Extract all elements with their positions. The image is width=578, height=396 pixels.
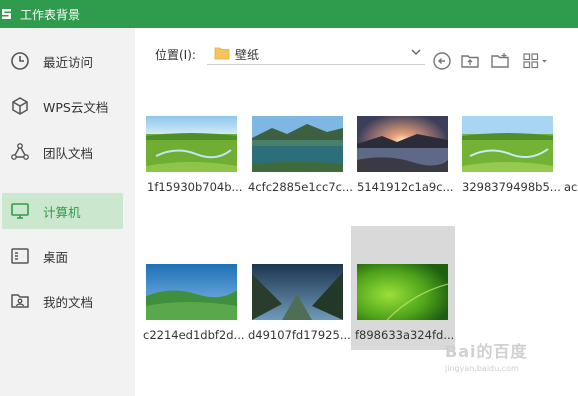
sidebar-item-label: 桌面 [43,249,69,265]
sidebar-item-label: 我的文档 [43,294,94,310]
file-name: c2214ed1dbf2d... [143,328,245,342]
location-dropdown[interactable]: 壁纸 [207,42,425,65]
file-name: 5141912c1a9c... [357,180,454,194]
sidebar-item-computer[interactable]: 计算机 [2,193,123,229]
clock-icon [9,50,31,72]
thumbnail-green-hills[interactable] [146,264,237,320]
sidebar-item-wps-cloud[interactable]: WPS云文档 [2,88,123,124]
folder-icon [214,45,230,64]
thumbnail-sunset-shore[interactable] [357,116,448,172]
window-title: 工作表背景 [20,7,81,22]
sidebar-item-label: 计算机 [43,204,81,220]
user-folder-icon [9,290,31,312]
file-name: ac [564,180,578,194]
file-name: 1f15930b704b... [147,180,243,194]
location-label: 位置(I): [155,48,196,62]
chevron-down-icon[interactable] [409,44,423,63]
sidebar-item-label: 团队文档 [43,145,94,161]
view-grid-icon[interactable] [521,50,551,72]
new-folder-icon[interactable] [489,50,511,72]
title-bar: 工作表背景 [0,0,578,28]
location-value: 壁纸 [235,48,260,62]
thumbnail-grassland[interactable] [146,116,237,172]
file-name: 4cfc2885e1cc7c... [248,180,353,194]
file-name: 3298379498b5... [462,180,561,194]
sidebar-item-label: 最近访问 [43,54,94,70]
thumbnail-misty-valley[interactable] [252,264,343,320]
watermark-subtext: jingyan.baidu.com [445,364,519,373]
sidebar-item-my-docs[interactable]: 我的文档 [2,283,123,319]
sidebar-item-desktop[interactable]: 桌面 [2,238,123,274]
monitor-icon [9,200,31,222]
thumbnail-grassland-2[interactable] [462,116,553,172]
baidu-watermark: Bai的百度 jingyan.baidu.com [445,338,527,373]
desktop-icon [9,245,31,267]
sidebar-item-team-docs[interactable]: 团队文档 [2,134,123,170]
cube-icon [9,95,31,117]
sidebar: 最近访问 WPS云文档 团队文档 计算机 桌面 我的文档 [0,28,135,396]
back-icon[interactable] [431,50,453,72]
thumbnail-mountain-lake[interactable] [252,116,343,172]
parent-folder-icon[interactable] [459,50,481,72]
sidebar-item-label: WPS云文档 [43,99,109,115]
sidebar-item-recent[interactable]: 最近访问 [2,43,123,79]
wps-logo-icon [0,7,14,21]
location-toolbar: 位置(I): 壁纸 [135,28,578,90]
thumbnail-green-abstract[interactable] [357,264,448,320]
watermark-text: Bai的百度 [445,342,528,361]
file-name: f898633a324fd... [355,328,455,342]
file-name: d49107fd17925... [248,328,351,342]
team-icon [9,141,31,163]
